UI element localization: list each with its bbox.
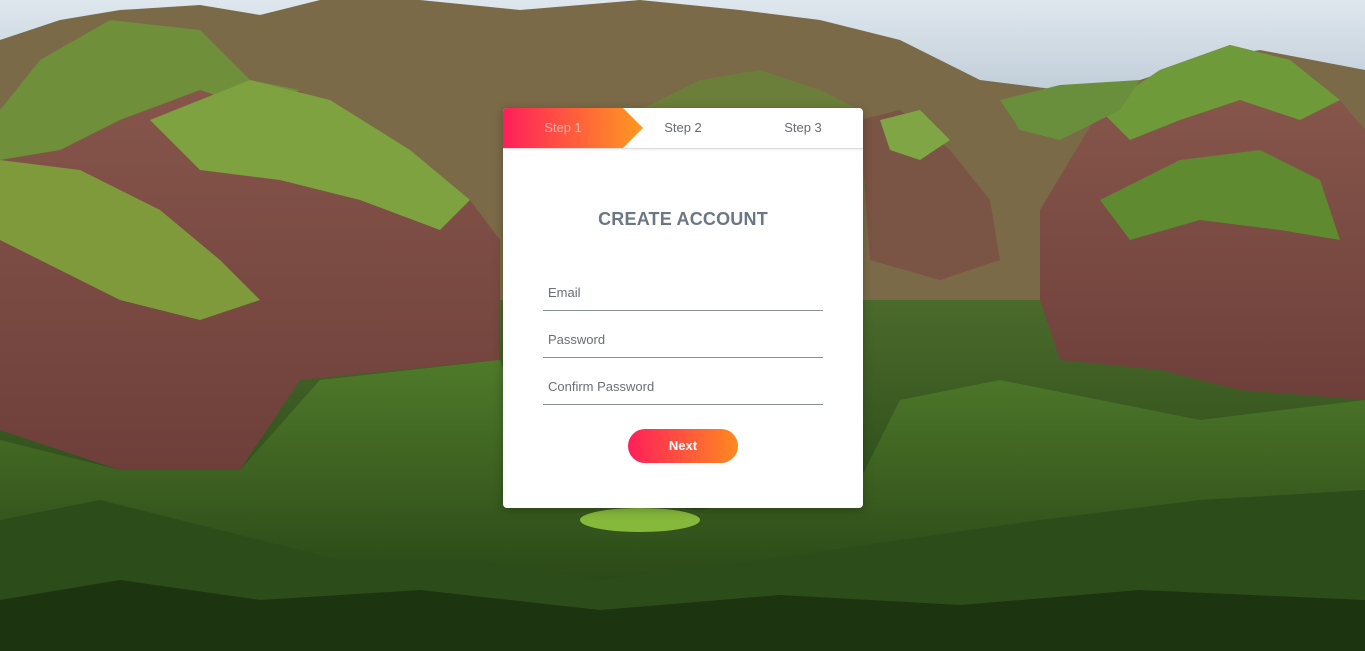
confirm-password-field-wrapper	[543, 370, 823, 405]
signup-form	[503, 276, 863, 405]
next-button-container: Next	[503, 429, 863, 463]
step-1-tab[interactable]: Step 1	[503, 108, 623, 148]
confirm-password-field[interactable]	[543, 370, 823, 402]
step-progress-bar: Step 1 Step 2 Step 3	[503, 108, 863, 149]
create-account-card: Step 1 Step 2 Step 3 CREATE ACCOUNT Next	[503, 108, 863, 508]
email-field[interactable]	[543, 276, 823, 308]
next-button[interactable]: Next	[628, 429, 738, 463]
step-3-tab[interactable]: Step 3	[743, 108, 863, 148]
step-2-tab[interactable]: Step 2	[623, 108, 743, 148]
password-field[interactable]	[543, 323, 823, 355]
page-title: CREATE ACCOUNT	[598, 209, 768, 229]
password-field-wrapper	[543, 323, 823, 358]
email-field-wrapper	[543, 276, 823, 311]
